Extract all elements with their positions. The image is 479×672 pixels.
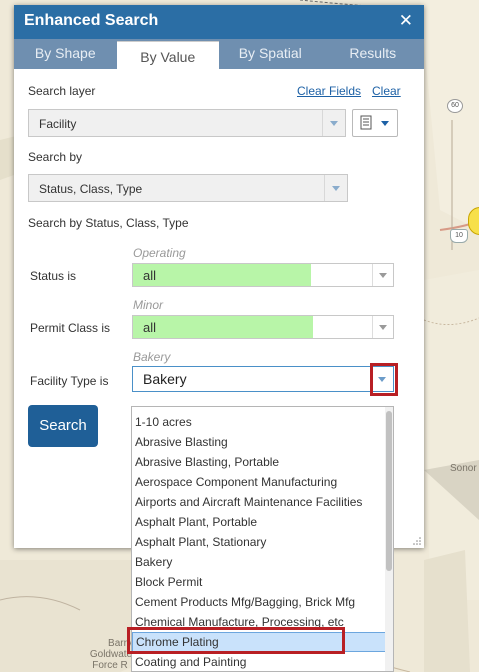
facility-type-dropdown-list[interactable]: 1-10 acres Abrasive Blasting Abrasive Bl…	[131, 406, 394, 672]
list-icon	[360, 115, 389, 130]
tab-by-value[interactable]: By Value	[116, 41, 219, 69]
status-value: all	[143, 268, 157, 283]
facility-type-input[interactable]: Bakery	[132, 366, 394, 392]
map-label: Goldwate	[89, 649, 133, 660]
dropdown-option[interactable]: Coating and Painting	[132, 652, 388, 671]
dropdown-option[interactable]: Block Permit	[132, 572, 388, 592]
dropdown-option[interactable]: Chemical Manufacture, Processing, etc	[132, 612, 388, 632]
search-layer-label: Search layer	[28, 84, 96, 98]
facility-type-value: Bakery	[143, 371, 187, 387]
facility-type-label: Facility Type is	[30, 374, 109, 388]
chevron-down-icon[interactable]	[372, 264, 393, 286]
search-by-select[interactable]: Status, Class, Type	[28, 174, 348, 202]
clear-link[interactable]: Clear	[372, 84, 401, 98]
scrollbar-thumb[interactable]	[386, 411, 392, 571]
search-by-description: Search by Status, Class, Type	[28, 216, 189, 230]
tab-strip: By Shape By Value By Spatial Results	[14, 39, 424, 69]
layer-list-button[interactable]	[352, 109, 398, 137]
search-by-label: Search by	[28, 150, 83, 164]
chevron-down-icon[interactable]	[322, 110, 345, 136]
dropdown-option[interactable]: Airports and Aircraft Maintenance Facili…	[132, 492, 388, 512]
permit-class-field[interactable]: all	[132, 315, 394, 339]
clear-fields-link[interactable]: Clear Fields	[297, 84, 361, 98]
chevron-down-icon[interactable]	[324, 175, 347, 201]
dropdown-option[interactable]: Abrasive Blasting, Portable	[132, 452, 388, 472]
chevron-down-icon[interactable]	[371, 367, 393, 391]
permit-class-label: Permit Class is	[30, 321, 111, 335]
dropdown-option[interactable]: 1-10 acres	[132, 412, 388, 432]
panel-title-bar[interactable]: Enhanced Search ✕	[14, 5, 424, 39]
dropdown-option[interactable]: Abrasive Blasting	[132, 432, 388, 452]
status-field[interactable]: all	[132, 263, 394, 287]
tab-by-spatial[interactable]: By Spatial	[219, 39, 322, 69]
dropdown-option[interactable]: Bakery	[132, 552, 388, 572]
tab-results[interactable]: Results	[322, 39, 425, 69]
search-layer-value: Facility	[39, 117, 77, 131]
dropdown-option[interactable]: Asphalt Plant, Stationary	[132, 532, 388, 552]
permit-class-hint: Minor	[133, 298, 164, 312]
route-shield-icon: 60	[447, 99, 463, 113]
status-hint: Operating	[133, 246, 186, 260]
permit-class-value-highlight	[133, 316, 313, 338]
panel-title: Enhanced Search	[24, 12, 159, 29]
status-label: Status is	[30, 269, 77, 283]
close-icon[interactable]: ✕	[399, 11, 413, 31]
dropdown-option[interactable]: Aerospace Component Manufacturing	[132, 472, 388, 492]
search-by-value: Status, Class, Type	[39, 182, 143, 196]
map-label: Sonor	[450, 463, 477, 474]
status-value-highlight	[133, 264, 311, 286]
tab-by-shape[interactable]: By Shape	[14, 39, 117, 69]
interstate-shield-icon: 10	[450, 229, 468, 243]
dropdown-option[interactable]: Cement Products Mfg/Bagging, Brick Mfg	[132, 592, 388, 612]
facility-type-hint: Bakery	[133, 350, 171, 364]
map-label: Force R	[92, 660, 128, 671]
dropdown-option[interactable]: Asphalt Plant, Portable	[132, 512, 388, 532]
dropdown-option-highlighted[interactable]: Chrome Plating	[132, 632, 388, 652]
chevron-down-icon[interactable]	[372, 316, 393, 338]
permit-class-value: all	[143, 320, 157, 335]
dropdown-scrollbar[interactable]	[385, 407, 393, 671]
search-button[interactable]: Search	[28, 405, 98, 447]
resize-grip-icon[interactable]	[413, 537, 421, 545]
search-layer-select[interactable]: Facility	[28, 109, 346, 137]
